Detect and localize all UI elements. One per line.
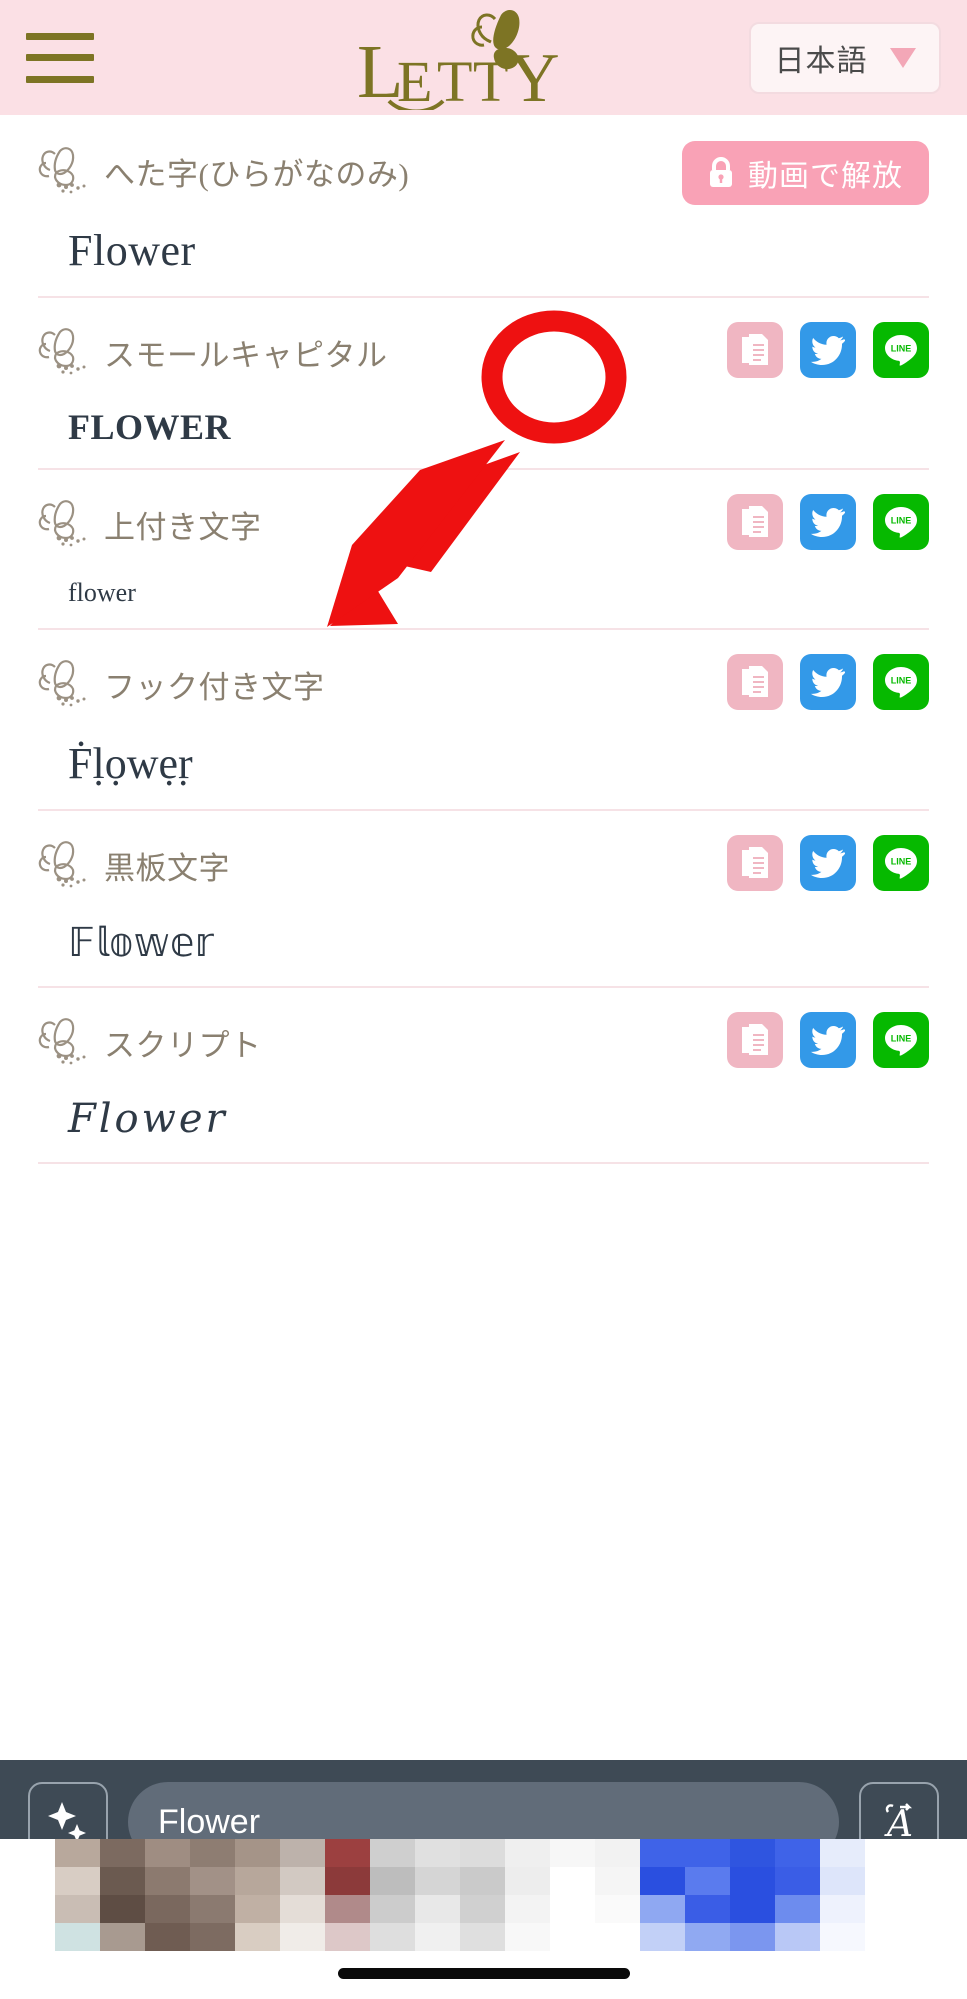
row-header: へた字(ひらがなのみ) 動画で解放: [38, 141, 929, 211]
table-row[interactable]: 上付き文字 LINE flower: [0, 468, 967, 628]
copy-document-icon: [742, 666, 768, 697]
twitter-share-button[interactable]: [800, 654, 856, 710]
svg-text:T: T: [437, 49, 472, 110]
line-messenger-icon: LINE: [885, 1025, 917, 1056]
sample-text: 𝔽𝕝𝕠𝕨𝕖𝕣: [68, 920, 214, 965]
row-label: スクリプト: [104, 1028, 262, 1063]
twitter-bird-icon: [811, 668, 845, 697]
hamburger-menu-icon[interactable]: [26, 32, 94, 83]
row-actions: LINE: [727, 654, 929, 710]
twitter-share-button[interactable]: [800, 1012, 856, 1068]
twitter-bird-icon: [811, 336, 845, 365]
row-actions: LINE: [727, 494, 929, 550]
svg-text:LINE: LINE: [891, 1034, 912, 1044]
hamburger-bar: [26, 32, 94, 40]
svg-text:LINE: LINE: [891, 857, 912, 867]
list-divider: [38, 1162, 929, 1164]
line-share-button[interactable]: LINE: [873, 494, 929, 550]
row-header: スモールキャピタル LINE: [38, 322, 929, 392]
sample-text: Ḟḷọwẹṛ: [68, 739, 193, 788]
svg-text:Y: Y: [509, 40, 560, 110]
row-label: スモールキャピタル: [104, 338, 388, 373]
svg-text:E: E: [397, 49, 432, 110]
line-share-button[interactable]: LINE: [873, 322, 929, 378]
butterfly-icon: [38, 147, 86, 194]
butterfly-icon: [38, 660, 86, 707]
copy-document-icon: [742, 506, 768, 537]
text-input-value: Flower: [158, 1802, 261, 1841]
copy-document-icon: [742, 847, 768, 878]
row-label-group: スクリプト: [38, 1012, 262, 1068]
sample-text: FLOWER: [68, 407, 232, 447]
row-label-group: 上付き文字: [38, 494, 262, 550]
svg-text:T: T: [473, 49, 508, 110]
row-header: 黒板文字 LINE: [38, 835, 929, 905]
line-messenger-icon: LINE: [885, 335, 917, 366]
lock-icon: [710, 157, 732, 187]
row-label: へた字(ひらがなのみ): [104, 157, 410, 192]
twitter-bird-icon: [811, 1026, 845, 1055]
copy-button[interactable]: [727, 494, 783, 550]
twitter-bird-icon: [811, 849, 845, 878]
copy-button[interactable]: [727, 322, 783, 378]
app-header: L E T T Y 日本語: [0, 0, 967, 115]
svg-text:LINE: LINE: [891, 516, 912, 526]
home-indicator-bar: [337, 1968, 630, 1979]
copy-document-icon: [742, 334, 768, 365]
table-row[interactable]: スモールキャピタル LINE FLOWER: [0, 296, 967, 468]
row-label: 黒板文字: [104, 851, 230, 886]
table-row[interactable]: 黒板文字 LINE 𝔽𝕝𝕠𝕨𝕖𝕣: [0, 809, 967, 986]
sample-text: Flower: [68, 226, 196, 275]
svg-text:LINE: LINE: [891, 344, 912, 354]
row-label-group: 黒板文字: [38, 835, 230, 891]
font-style-list: へた字(ひらがなのみ) 動画で解放 Flower スモールキャピタル LINE …: [0, 115, 967, 1164]
row-header: フック付き文字 LINE: [38, 654, 929, 724]
butterfly-icon: [38, 500, 86, 547]
copy-button[interactable]: [727, 835, 783, 891]
line-messenger-icon: LINE: [885, 507, 917, 538]
language-selector-value: 日本語: [774, 44, 868, 78]
row-actions: LINE: [727, 1012, 929, 1068]
line-messenger-icon: LINE: [885, 848, 917, 879]
butterfly-icon: [38, 841, 86, 888]
copy-button[interactable]: [727, 654, 783, 710]
twitter-share-button[interactable]: [800, 322, 856, 378]
row-header: スクリプト LINE: [38, 1012, 929, 1082]
table-row[interactable]: フック付き文字 LINE Ḟḷọwẹṛ: [0, 628, 967, 809]
hamburger-bar: [26, 54, 94, 61]
language-selector[interactable]: 日本語: [749, 21, 941, 94]
svg-text:L: L: [357, 30, 401, 110]
hamburger-bar: [26, 75, 94, 83]
row-label: フック付き文字: [104, 670, 325, 705]
twitter-bird-icon: [811, 508, 845, 537]
table-row[interactable]: スクリプト LINE Flower: [0, 986, 967, 1162]
svg-text:LINE: LINE: [891, 676, 912, 686]
line-messenger-icon: LINE: [885, 667, 917, 698]
line-share-button[interactable]: LINE: [873, 654, 929, 710]
app-root: L E T T Y 日本語 へた字(ひらがなのみ) 動画で解放 Flower ス…: [0, 0, 967, 1999]
sample-text: flower: [68, 578, 136, 607]
row-header: 上付き文字 LINE: [38, 494, 929, 564]
table-row[interactable]: へた字(ひらがなのみ) 動画で解放 Flower: [0, 115, 967, 296]
row-label-group: へた字(ひらがなのみ): [38, 141, 409, 197]
chevron-down-icon: [889, 47, 916, 68]
butterfly-icon: [38, 1018, 86, 1065]
butterfly-icon: [38, 328, 86, 375]
row-label-group: フック付き文字: [38, 654, 325, 710]
row-actions: LINE: [727, 322, 929, 378]
sample-text: Flower: [68, 1096, 228, 1142]
copy-document-icon: [742, 1024, 768, 1055]
line-share-button[interactable]: LINE: [873, 1012, 929, 1068]
row-label-group: スモールキャピタル: [38, 322, 388, 378]
copy-button[interactable]: [727, 1012, 783, 1068]
twitter-share-button[interactable]: [800, 835, 856, 891]
unlock-with-video-button[interactable]: 動画で解放: [682, 141, 929, 205]
unlock-button-label: 動画で解放: [748, 160, 903, 193]
row-actions: LINE: [727, 835, 929, 891]
row-label: 上付き文字: [104, 510, 262, 545]
twitter-share-button[interactable]: [800, 494, 856, 550]
line-share-button[interactable]: LINE: [873, 835, 929, 891]
